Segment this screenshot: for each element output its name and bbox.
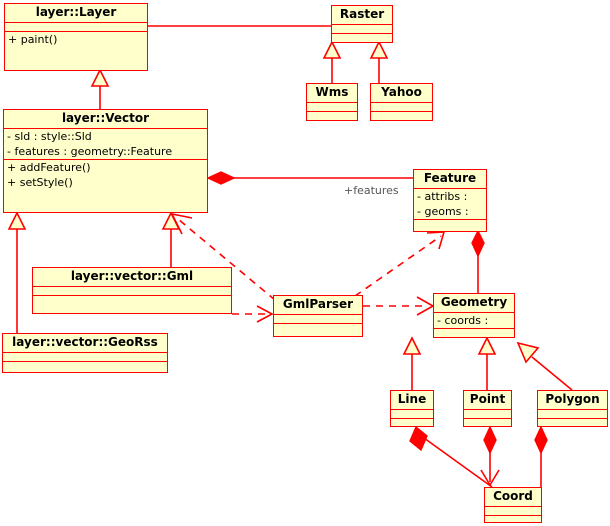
- attributes-compartment: [5, 23, 147, 32]
- edge-gmlparser-to-feature: [354, 231, 446, 297]
- operation-item: + paint(): [8, 33, 58, 46]
- operations-compartment: [33, 296, 231, 310]
- class-name: Wms: [307, 84, 357, 103]
- attribute-item: - sld : style::Sld: [7, 130, 92, 143]
- class-box-wms[interactable]: Wms: [306, 83, 358, 121]
- class-name: layer::Vector: [4, 110, 207, 129]
- class-box-gmlparser[interactable]: GmlParser: [273, 295, 363, 337]
- attribute-item: - geoms :: [417, 205, 469, 218]
- class-name: Point: [464, 391, 511, 410]
- class-name: Polygon: [538, 391, 607, 410]
- edge-line-to-geometry: [402, 336, 422, 390]
- attributes-compartment: - attribs : - geoms :: [414, 189, 486, 220]
- class-box-yahoo[interactable]: Yahoo: [370, 83, 433, 121]
- operation-item: + setStyle(): [7, 176, 73, 189]
- class-box-feature[interactable]: Feature - attribs : - geoms :: [413, 169, 487, 232]
- class-name: Coord: [485, 488, 541, 507]
- operations-compartment: + addFeature() + setStyle(): [4, 160, 207, 190]
- operations-compartment: [371, 112, 432, 120]
- class-name: layer::vector::GeoRss: [3, 334, 167, 353]
- edge-yahoo-to-raster: [369, 40, 389, 83]
- class-box-layer-layer[interactable]: layer::Layer + paint(): [4, 3, 148, 71]
- operation-item: + addFeature(): [7, 161, 91, 174]
- attributes-compartment: [33, 287, 231, 296]
- edge-georss-to-vector: [7, 211, 27, 333]
- edge-polygon-to-geometry: [516, 341, 573, 391]
- operations-compartment: [3, 362, 167, 370]
- class-name: Feature: [414, 170, 486, 189]
- operations-compartment: [414, 220, 486, 228]
- edge-point-to-geometry: [477, 336, 497, 390]
- operations-compartment: [274, 324, 362, 332]
- class-box-polygon[interactable]: Polygon: [537, 390, 608, 427]
- operations-compartment: [485, 516, 541, 524]
- attributes-compartment: [391, 410, 433, 419]
- operations-compartment: [391, 419, 433, 427]
- class-box-line[interactable]: Line: [390, 390, 434, 427]
- operations-compartment: [538, 419, 607, 427]
- operations-compartment: [307, 112, 357, 120]
- edge-vector-to-feature: [206, 171, 413, 185]
- attributes-compartment: [3, 353, 167, 362]
- edge-label-features: +features: [344, 184, 399, 197]
- edge-gml-to-gmlparser: [232, 305, 274, 323]
- attributes-compartment: [307, 103, 357, 112]
- uml-class-diagram: layer::Layer + paint() Raster Wms Yahoo …: [0, 0, 610, 526]
- class-name: layer::vector::Gml: [33, 268, 231, 287]
- class-box-layer-vector-georss[interactable]: layer::vector::GeoRss: [2, 333, 168, 373]
- class-box-layer-vector-gml[interactable]: layer::vector::Gml: [32, 267, 232, 314]
- edge-line-to-coord: [409, 425, 493, 488]
- attribute-item: - attribs :: [417, 190, 468, 203]
- attributes-compartment: [464, 410, 511, 419]
- edge-vector-to-layer: [90, 68, 110, 109]
- attributes-compartment: [332, 25, 392, 34]
- class-name: Geometry: [434, 294, 514, 313]
- attributes-compartment: - coords :: [434, 313, 514, 329]
- class-name: GmlParser: [274, 296, 362, 315]
- attribute-item: - features : geometry::Feature: [7, 145, 173, 158]
- operations-compartment: + paint(): [5, 32, 147, 47]
- operations-compartment: [434, 329, 514, 337]
- class-name: Yahoo: [371, 84, 432, 103]
- class-box-coord[interactable]: Coord: [484, 487, 542, 523]
- edge-feature-to-geometry: [471, 229, 485, 293]
- edge-gmlparser-to-geometry: [363, 296, 435, 316]
- edge-wms-to-raster: [322, 40, 342, 83]
- class-box-raster[interactable]: Raster: [331, 5, 393, 43]
- relationship-edges: [7, 17, 573, 488]
- attribute-item: - coords :: [437, 314, 489, 327]
- class-box-geometry[interactable]: Geometry - coords :: [433, 293, 515, 338]
- class-box-point[interactable]: Point: [463, 390, 512, 427]
- attributes-compartment: [371, 103, 432, 112]
- attributes-compartment: - sld : style::Sld - features : geometry…: [4, 129, 207, 160]
- edge-gml-to-vector: [161, 211, 181, 267]
- attributes-compartment: [274, 315, 362, 324]
- class-name: Raster: [332, 6, 392, 25]
- class-name: Line: [391, 391, 433, 410]
- operations-compartment: [464, 419, 511, 427]
- class-box-layer-vector[interactable]: layer::Vector - sld : style::Sld - featu…: [3, 109, 208, 213]
- attributes-compartment: [485, 507, 541, 516]
- class-name: layer::Layer: [5, 4, 147, 23]
- attributes-compartment: [538, 410, 607, 419]
- edge-polygon-to-coord: [534, 425, 548, 487]
- edge-point-to-coord: [480, 425, 500, 487]
- operations-compartment: [332, 34, 392, 42]
